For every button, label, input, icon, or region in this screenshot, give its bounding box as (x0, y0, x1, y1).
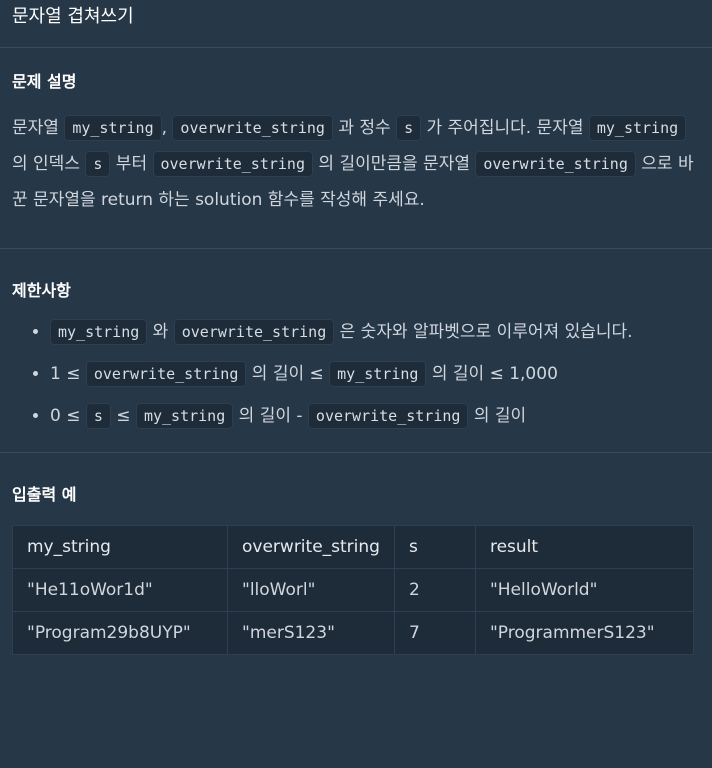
table-cell: "ProgrammerS123" (474, 611, 695, 655)
text: 의 길이 (468, 406, 527, 426)
code-overwrite-string: overwrite_string (307, 403, 469, 429)
text: 은 숫자와 알파벳으로 이루어져 있습니다. (334, 322, 633, 342)
examples-table: my_string overwrite_string s result "He1… (12, 525, 695, 655)
text: 부터 (110, 154, 153, 174)
code-s: s (85, 403, 111, 429)
text: 과 정수 (332, 118, 397, 138)
code-my-string: my_string (50, 319, 148, 345)
description-heading: 문제 설명 (12, 72, 77, 91)
examples-heading: 입출력 예 (12, 485, 77, 504)
table-cell: 2 (393, 568, 476, 612)
text: 의 길이 ≤ 1,000 (426, 364, 558, 384)
table-cell: "lloWorl" (227, 568, 395, 612)
code-overwrite-string: overwrite_string (173, 319, 335, 345)
text: 와 (147, 322, 174, 342)
table-header-row: my_string overwrite_string s result (12, 525, 695, 569)
table-cell: "Program29b8UYP" (12, 611, 228, 655)
code-my-string: my_string (64, 115, 162, 141)
table-cell: "HelloWorld" (474, 568, 695, 612)
code-my-string: my_string (588, 115, 687, 141)
column-header: overwrite_string (227, 525, 395, 569)
code-s: s (396, 115, 422, 141)
constraint-item: 1 ≤ overwrite_string 의 길이 ≤ my_string 의 … (50, 359, 712, 389)
description-paragraph: 문자열 my_string, overwrite_string 과 정수 s 가… (12, 110, 700, 218)
text: 의 길이만큼을 문자열 (313, 154, 476, 174)
table-cell: "He11oWor1d" (12, 568, 228, 612)
text: 가 주어집니다. 문자열 (421, 118, 589, 138)
column-header: s (393, 525, 476, 569)
constraints-list: my_string 와 overwrite_string 은 숫자와 알파벳으로… (0, 317, 712, 431)
problem-content: 문제 설명 문자열 my_string, overwrite_string 과 … (0, 48, 712, 218)
constraint-item: my_string 와 overwrite_string 은 숫자와 알파벳으로… (50, 317, 712, 347)
constraint-item: 0 ≤ s ≤ my_string 의 길이 - overwrite_strin… (50, 401, 712, 431)
code-overwrite-string: overwrite_string (475, 151, 636, 177)
table-row: "Program29b8UYP" "merS123" 7 "Programmer… (12, 611, 695, 655)
column-header: result (474, 525, 695, 569)
code-overwrite-string: overwrite_string (152, 151, 313, 177)
text: 의 길이 - (233, 406, 308, 426)
text: 의 인덱스 (12, 154, 86, 174)
constraints-heading: 제한사항 (12, 281, 71, 300)
constraints-section: 제한사항 (0, 249, 712, 301)
title-bar: 문자열 겹쳐쓰기 (0, 0, 712, 48)
code-my-string: my_string (135, 403, 234, 429)
code-overwrite-string: overwrite_string (85, 361, 247, 387)
code-overwrite-string: overwrite_string (172, 115, 333, 141)
examples-section: 입출력 예 my_string overwrite_string s resul… (0, 453, 712, 655)
problem-page: 문자열 겹쳐쓰기 문제 설명 문자열 my_string, overwrite_… (0, 0, 712, 768)
text: ≤ (110, 406, 136, 426)
text: 0 ≤ (50, 406, 86, 426)
text: 문자열 (12, 118, 65, 138)
text: 의 길이 ≤ (246, 364, 330, 384)
column-header: my_string (12, 525, 228, 569)
table-cell: 7 (393, 611, 476, 655)
table-row: "He11oWor1d" "lloWorl" 2 "HelloWorld" (12, 568, 695, 612)
text: , (161, 118, 173, 138)
code-s: s (85, 151, 111, 177)
problem-title: 문자열 겹쳐쓰기 (12, 6, 134, 27)
text: 1 ≤ (50, 364, 86, 384)
code-my-string: my_string (329, 361, 427, 387)
table-cell: "merS123" (227, 611, 395, 655)
